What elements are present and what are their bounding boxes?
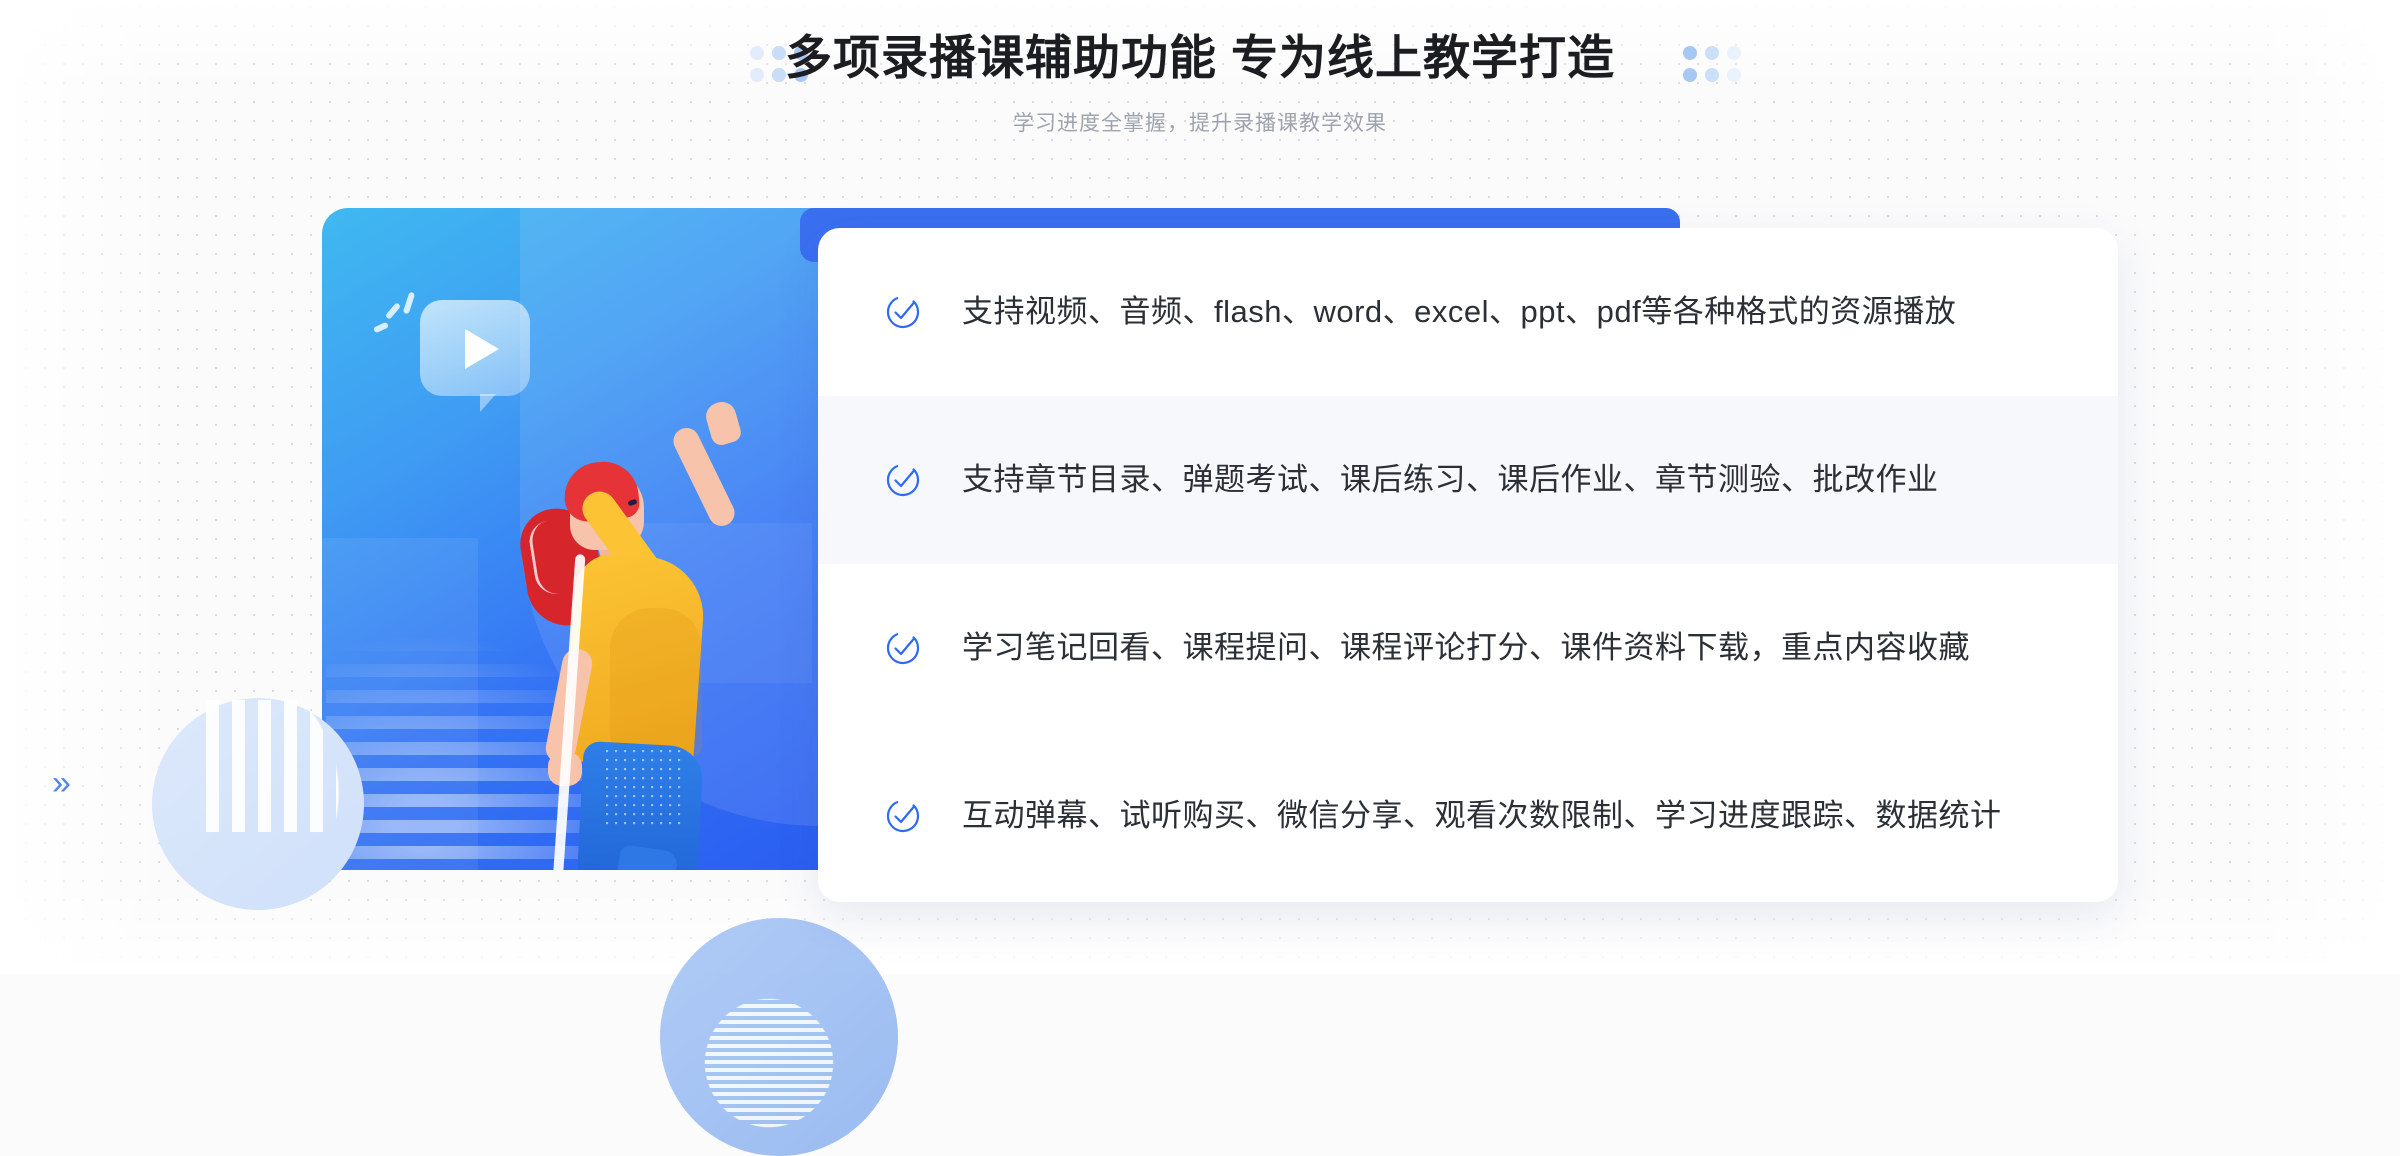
woman-pointing-up-illustration [515, 398, 758, 870]
check-circle-icon [884, 629, 922, 667]
feature-list-card: 支持视频、音频、flash、word、excel、ppt、pdf等各种格式的资源… [818, 228, 2118, 902]
page-header: 多项录播课辅助功能 专为线上教学打造 学习进度全掌握，提升录播课教学效果 [0, 0, 2400, 170]
play-bubble-icon [372, 291, 530, 412]
illustration-blue-background: « [322, 208, 822, 870]
feature-list-item-label: 学习笔记回看、课程提问、课程评论打分、课件资料下载，重点内容收藏 [962, 630, 1970, 665]
page-subtitle: 学习进度全掌握，提升录播课教学效果 [1013, 112, 1387, 135]
feature-list-item[interactable]: 支持视频、音频、flash、word、excel、ppt、pdf等各种格式的资源… [818, 228, 2118, 396]
page-title: 多项录播课辅助功能 专为线上教学打造 [784, 31, 1616, 84]
feature-list-item-label: 支持章节目录、弹题考试、课后练习、课后作业、章节测验、批改作业 [962, 462, 1939, 497]
check-circle-icon [884, 461, 922, 499]
chevron-right-double-icon: » [52, 764, 71, 802]
feature-list-item[interactable]: 支持章节目录、弹题考试、课后练习、课后作业、章节测验、批改作业 [818, 396, 2118, 564]
feature-list-item[interactable]: 学习笔记回看、课程提问、课程评论打分、课件资料下载，重点内容收藏 [818, 564, 2118, 732]
circle-stripe-decoration [694, 988, 844, 1138]
dot-grid-icon [1683, 46, 1741, 82]
circle-stripe-decoration [206, 700, 364, 832]
illustration-panel: « [322, 208, 898, 1156]
feature-list-item[interactable]: 互动弹幕、试听购买、微信分享、观看次数限制、学习进度跟踪、数据统计 [818, 732, 2118, 900]
feature-list-item-label: 互动弹幕、试听购买、微信分享、观看次数限制、学习进度跟踪、数据统计 [962, 798, 2002, 833]
check-circle-icon [884, 293, 922, 331]
feature-list-item-label: 支持视频、音频、flash、word、excel、ppt、pdf等各种格式的资源… [962, 294, 1957, 329]
check-circle-icon [884, 797, 922, 835]
